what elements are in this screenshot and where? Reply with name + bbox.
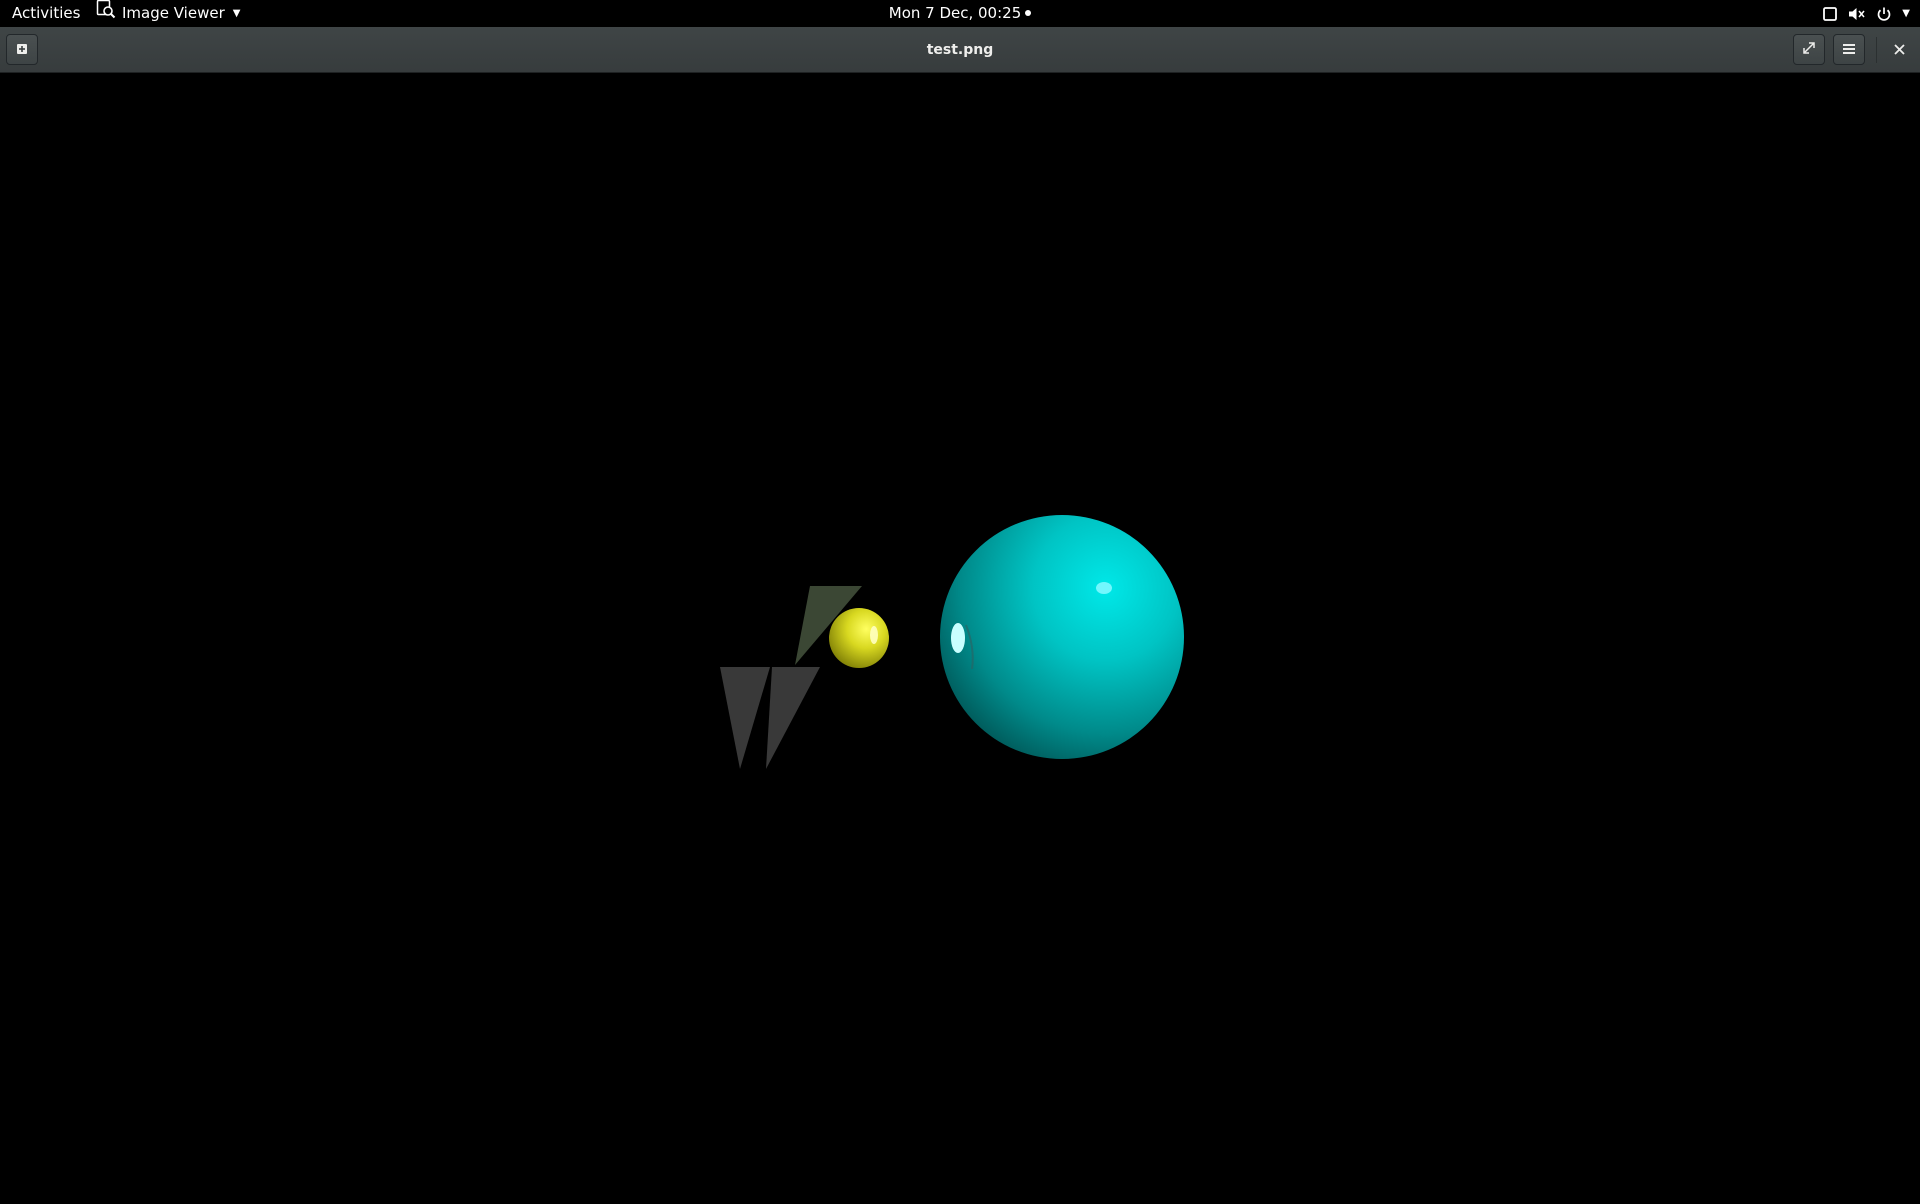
new-window-icon — [16, 40, 28, 59]
menu-button[interactable] — [1833, 34, 1865, 65]
clock-area: Mon 7 Dec, 00:25 — [0, 0, 1920, 27]
chevron-down-icon: ▼ — [232, 8, 241, 19]
volume-muted-icon — [1848, 6, 1866, 22]
chevron-down-icon: ▼ — [1902, 8, 1910, 19]
fullscreen-icon — [1802, 40, 1816, 59]
separator — [1876, 37, 1877, 63]
fullscreen-button[interactable] — [1793, 34, 1825, 65]
hamburger-menu-icon — [1843, 40, 1855, 59]
new-window-button[interactable] — [6, 34, 38, 65]
app-menu[interactable]: Image Viewer ▼ — [96, 0, 240, 27]
window-headerbar: test.png — [0, 27, 1920, 73]
image-viewer-icon — [96, 0, 116, 28]
notification-dot-icon — [1025, 10, 1032, 16]
window-icon — [1822, 6, 1838, 22]
window-title-area: test.png — [0, 27, 1920, 73]
window-title: test.png — [926, 42, 994, 58]
grey-triangle-right — [766, 667, 820, 769]
cyan-sphere — [940, 515, 1184, 759]
app-name: Image Viewer — [122, 4, 225, 22]
activities-button[interactable]: Activities — [12, 0, 80, 27]
rendered-image — [720, 515, 1184, 769]
top-bar: Activities Image Viewer ▼ Mon 7 Dec, 00:… — [0, 0, 1920, 27]
close-button[interactable] — [1883, 34, 1915, 65]
image-canvas[interactable] — [0, 73, 1920, 1200]
status-menu[interactable]: ▼ — [1822, 0, 1910, 27]
close-icon — [1893, 40, 1905, 59]
clock[interactable]: Mon 7 Dec, 00:25 — [889, 4, 1022, 22]
yellow-sphere — [829, 608, 889, 668]
grey-triangle-left — [720, 667, 770, 769]
power-icon — [1876, 6, 1892, 22]
